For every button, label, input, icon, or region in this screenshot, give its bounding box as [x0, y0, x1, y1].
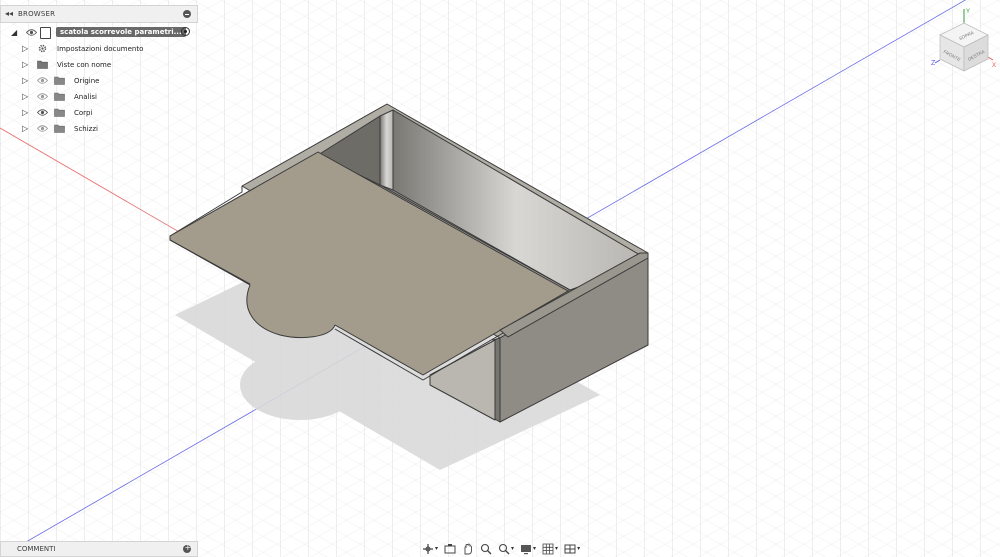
tree-root-item[interactable]: ◢ scatola scorrevole parametri... — [0, 25, 198, 41]
document-icon — [40, 27, 51, 39]
visibility-eye-icon[interactable] — [37, 76, 48, 85]
tree-item-label: Corpi — [74, 109, 93, 117]
folder-icon — [54, 124, 65, 133]
pan-icon[interactable] — [462, 543, 474, 555]
zoom-dropdown-icon[interactable]: ▾ — [511, 545, 514, 552]
expand-arrow-icon[interactable]: ▷ — [22, 44, 28, 53]
activate-radio-icon[interactable] — [181, 27, 190, 36]
comments-panel-header: COMMENTI — [0, 541, 198, 557]
tree-item-origine[interactable]: ▷ Origine — [0, 73, 198, 89]
expand-arrow-icon[interactable]: ▷ — [22, 76, 28, 85]
browser-tree: ◢ scatola scorrevole parametri... ▷ Impo… — [0, 25, 198, 137]
grid-dropdown-icon[interactable]: ▾ — [555, 545, 558, 552]
minimize-panel-icon[interactable] — [183, 10, 191, 18]
tree-item-schizzi[interactable]: ▷ Schizzi — [0, 121, 198, 137]
viewcube-x-axis — [987, 56, 994, 61]
browser-title: BROWSER — [18, 10, 56, 18]
orbit-icon[interactable] — [422, 543, 434, 555]
tree-item-viste[interactable]: ▷ Viste con nome — [0, 57, 198, 73]
browser-panel-header: ◂◂ BROWSER — [0, 5, 198, 23]
zoom-window-icon[interactable] — [480, 543, 492, 555]
viewports-icon[interactable] — [564, 543, 576, 555]
expand-arrow-icon[interactable]: ▷ — [22, 92, 28, 101]
tree-item-impostazioni[interactable]: ▷ Impostazioni documento — [0, 41, 198, 57]
expand-arrow-icon[interactable]: ▷ — [22, 60, 28, 69]
add-comment-icon[interactable] — [183, 543, 191, 553]
visibility-eye-icon[interactable] — [37, 124, 48, 133]
expand-arrow-icon[interactable]: ▷ — [22, 108, 28, 117]
orbit-dropdown-icon[interactable]: ▾ — [435, 545, 438, 552]
tree-item-label: Viste con nome — [57, 61, 112, 69]
visibility-eye-icon[interactable] — [26, 28, 37, 37]
tree-item-label: Origine — [74, 77, 100, 85]
collapse-panel-icon[interactable]: ◂◂ — [5, 9, 13, 18]
zoom-icon[interactable] — [498, 543, 510, 555]
display-dropdown-icon[interactable]: ▾ — [533, 545, 536, 552]
tree-item-label: Schizzi — [74, 125, 98, 133]
folder-icon — [54, 76, 65, 85]
viewcube[interactable]: Y Z X SOPRA FRONTE DESTRA — [925, 5, 1000, 75]
comments-title: COMMENTI — [17, 545, 56, 553]
display-mode-icon[interactable] — [520, 543, 532, 555]
visibility-eye-icon[interactable] — [37, 108, 48, 117]
viewcube-axis-x-label: X — [992, 63, 996, 69]
viewcube-z-axis — [934, 59, 941, 64]
viewcube-axis-y-label: Y — [966, 9, 970, 15]
visibility-eye-icon[interactable] — [37, 92, 48, 101]
viewcube-axis-z-label: Z — [931, 60, 936, 67]
expand-arrow-icon[interactable]: ▷ — [22, 124, 28, 133]
grid-icon[interactable] — [542, 543, 554, 555]
navigation-toolbar: ▾ ▾ ▾ ▾ ▾ — [422, 541, 582, 556]
folder-icon — [54, 92, 65, 101]
collapse-triangle-icon[interactable]: ◢ — [11, 28, 17, 37]
tree-item-label: Analisi — [74, 93, 97, 101]
folder-icon — [54, 108, 65, 117]
root-component-label[interactable]: scatola scorrevole parametri... — [56, 27, 186, 37]
tree-item-analisi[interactable]: ▷ Analisi — [0, 89, 198, 105]
folder-icon — [37, 60, 48, 69]
tree-item-label: Impostazioni documento — [57, 45, 144, 53]
gear-icon — [38, 44, 47, 53]
viewports-dropdown-icon[interactable]: ▾ — [577, 545, 580, 552]
look-at-icon[interactable] — [444, 543, 456, 555]
tree-item-corpi[interactable]: ▷ Corpi — [0, 105, 198, 121]
